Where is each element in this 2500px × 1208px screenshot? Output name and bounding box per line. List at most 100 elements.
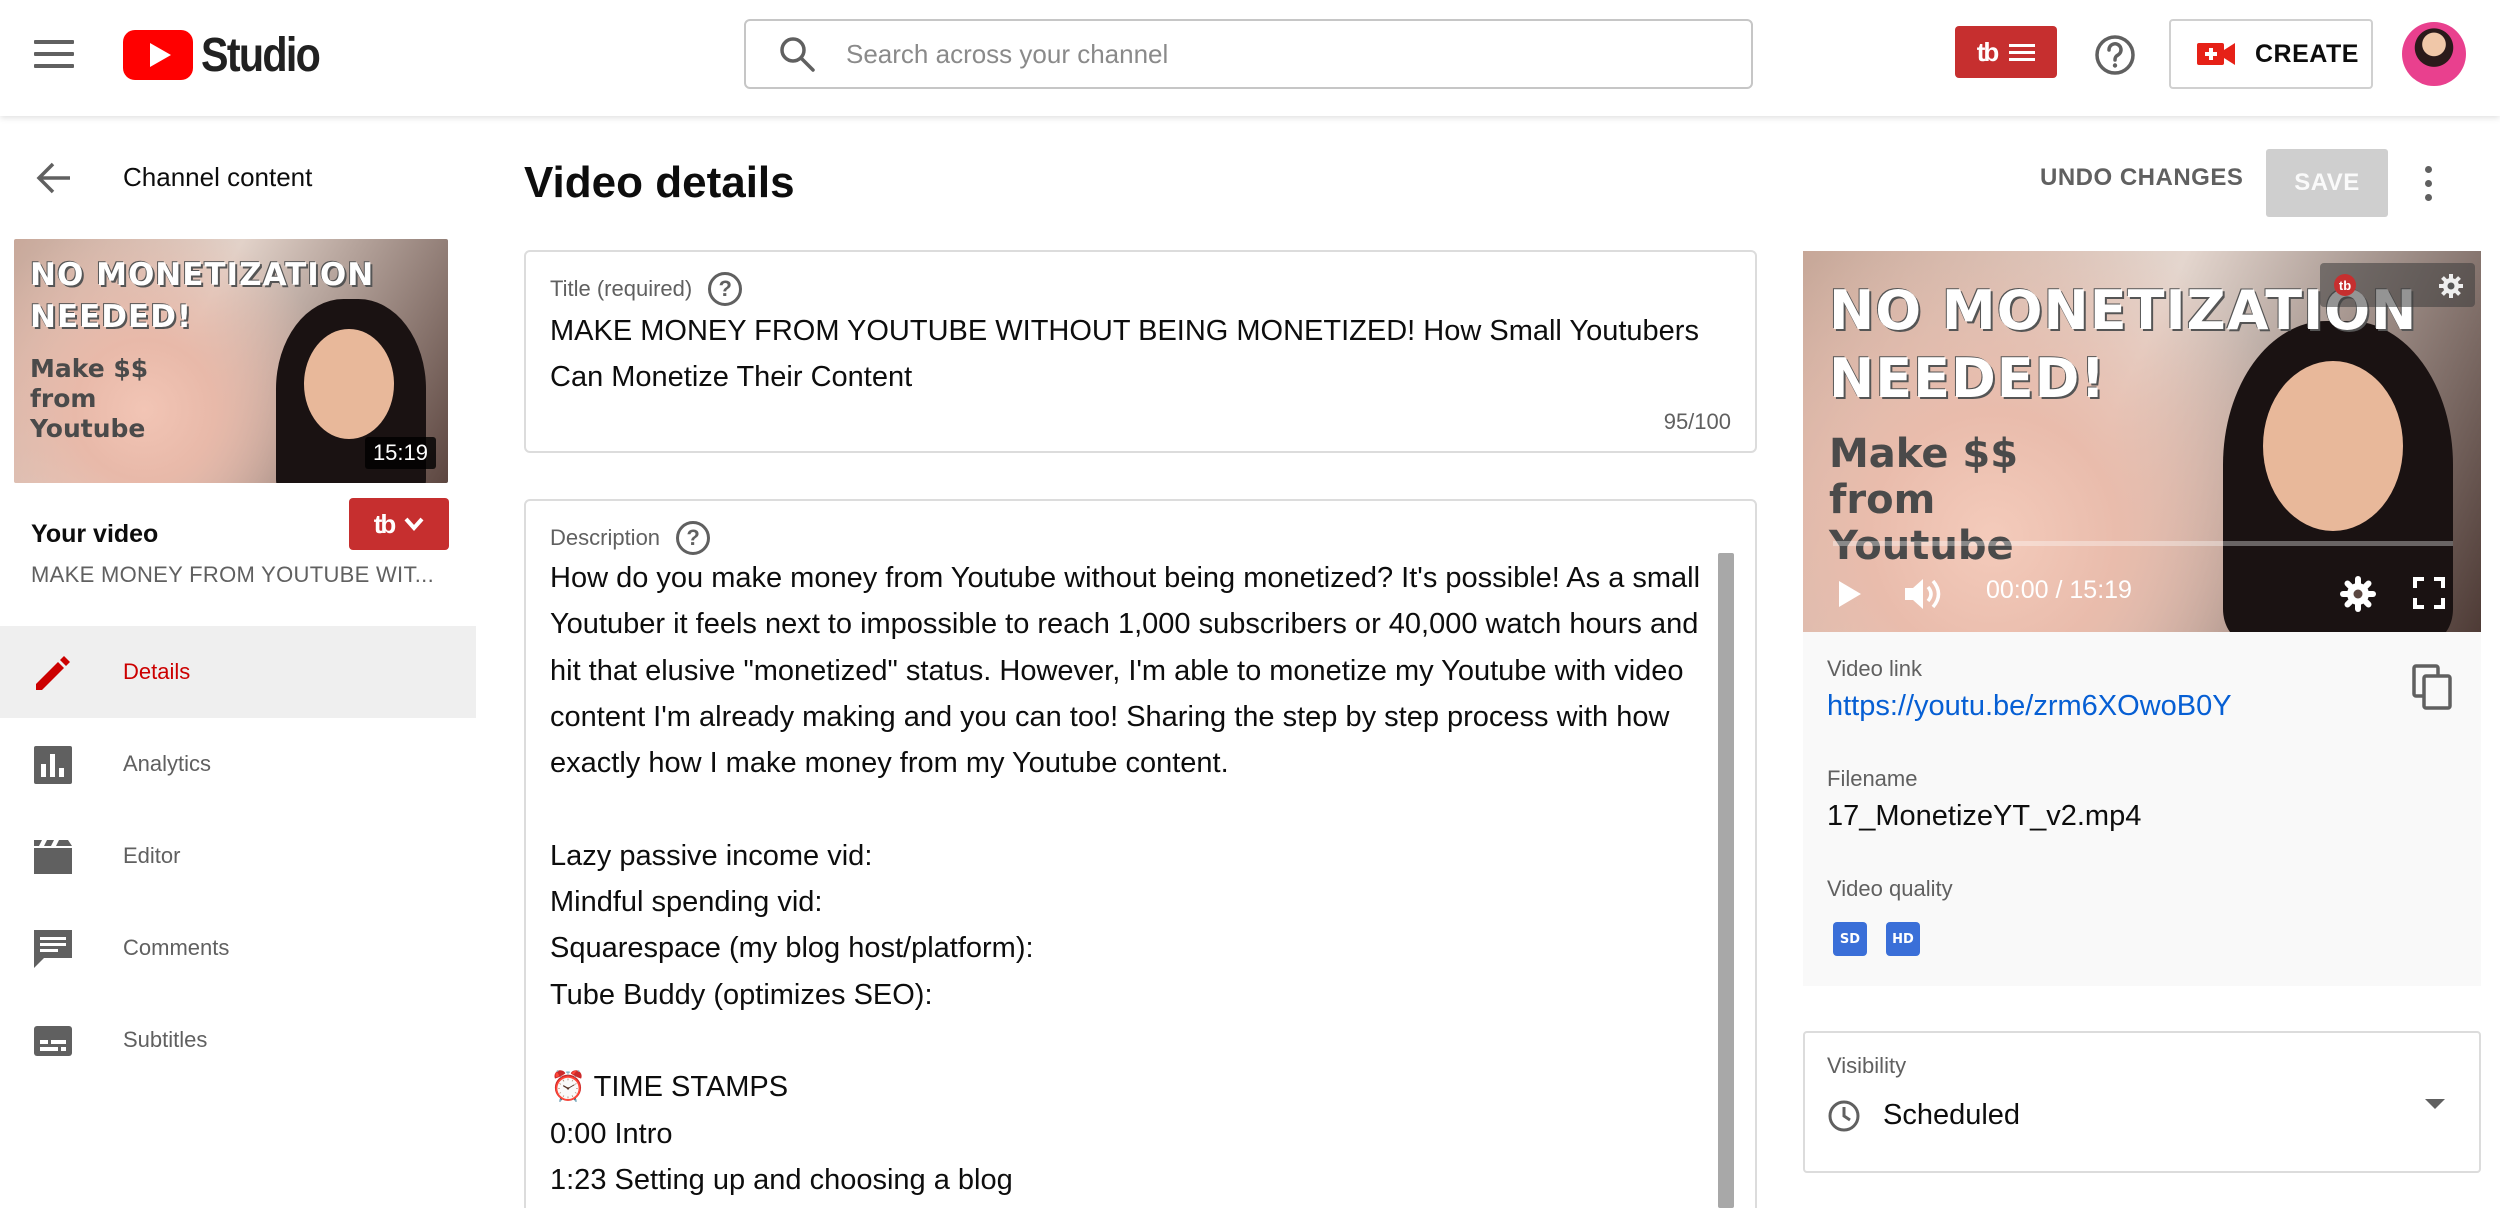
video-link-label: Video link (1827, 656, 1922, 681)
back-arrow-icon[interactable] (34, 158, 74, 198)
account-avatar[interactable] (2402, 22, 2466, 86)
sidebar-item-label: Editor (123, 843, 181, 868)
title-field-label: Title (required) ? (550, 272, 743, 306)
preview-headline-2: NEEDED! (1829, 347, 2107, 410)
visibility-label: Visibility (1827, 1053, 1907, 1078)
duration-badge: 15:19 (364, 437, 436, 469)
help-icon[interactable]: ? (708, 272, 743, 306)
playback-progress-bar[interactable] (1833, 541, 2453, 546)
clock-icon (1828, 1100, 1860, 1132)
description-textarea[interactable]: How do you make money from Youtube witho… (550, 555, 1710, 1203)
video-quality-label: Video quality (1827, 876, 1953, 901)
copy-icon[interactable] (2412, 664, 2452, 710)
description-scrollbar[interactable] (1718, 553, 1734, 1208)
more-options-icon[interactable] (2418, 162, 2438, 206)
fullscreen-icon[interactable] (2413, 577, 2445, 609)
sidebar-nav: Details Analytics Editor Comments Subtit… (0, 626, 476, 1086)
sidebar-item-comments[interactable]: Comments (0, 902, 476, 994)
clapperboard-icon (34, 840, 72, 874)
preview-face (2263, 361, 2403, 531)
title-char-counter: 95/100 (1663, 409, 1731, 434)
video-link[interactable]: https://youtu.be/zrm6XOwoB0Y (1827, 690, 2232, 723)
thumbnail-sub-3: Youtube (30, 414, 146, 443)
description-line: 1:23 Setting up and choosing a blog (550, 1163, 1013, 1196)
preview-sub-3: Youtube (1829, 523, 2014, 569)
settings-gear-icon[interactable] (2340, 576, 2376, 612)
gear-icon[interactable] (2438, 273, 2464, 299)
tubebuddy-icon[interactable]: tb (2332, 273, 2358, 297)
description-line: Mindful spending vid: (550, 886, 823, 919)
youtube-play-icon (123, 30, 193, 80)
description-line: Tube Buddy (optimizes SEO): (550, 978, 933, 1011)
video-camera-add-icon (2197, 43, 2235, 65)
preview-sub-1: Make $$ (1829, 431, 2019, 477)
search-bar[interactable] (744, 19, 1753, 89)
sidebar-item-analytics[interactable]: Analytics (0, 718, 476, 810)
channel-content-link[interactable]: Channel content (123, 162, 312, 193)
thumbnail-headline-1: NO MONETIZATION (30, 257, 375, 293)
player-overlay-toolbar: tb (2320, 263, 2475, 307)
title-label-text: Title (required) (550, 276, 693, 301)
video-preview-player[interactable]: NO MONETIZATION NEEDED! Make $$ from You… (1803, 251, 2481, 632)
description-line: ⏰ TIME STAMPS (550, 1071, 789, 1104)
sd-quality-badge: SD (1833, 922, 1867, 956)
visibility-dropdown[interactable]: Visibility Scheduled (1803, 1031, 2481, 1173)
description-label-text: Description (550, 525, 661, 550)
create-label: CREATE (2255, 39, 2359, 68)
thumbnail-face (304, 329, 394, 439)
tubebuddy-video-menu-button[interactable]: tb (349, 498, 449, 550)
sidebar-item-label: Subtitles (123, 1027, 208, 1052)
your-video-label: Your video (31, 520, 159, 548)
description-line: 0:00 Intro (550, 1117, 673, 1150)
page-title: Video details (524, 158, 795, 207)
thumbnail-sub-2: from (30, 384, 97, 413)
create-button[interactable]: CREATE (2169, 19, 2373, 89)
save-button[interactable]: SAVE (2266, 149, 2388, 217)
logo-text: Studio (201, 28, 321, 82)
volume-icon[interactable] (1903, 575, 1943, 613)
preview-sub-2: from (1829, 477, 1936, 523)
visibility-value: Scheduled (1883, 1099, 2021, 1131)
filename-label: Filename (1827, 766, 1918, 791)
title-input[interactable]: MAKE MONEY FROM YOUTUBE WITHOUT BEING MO… (550, 308, 1730, 400)
description-line: Lazy passive income vid: (550, 839, 873, 872)
tubebuddy-menu-button[interactable]: tb (1955, 26, 2057, 78)
filename-value: 17_MonetizeYT_v2.mp4 (1827, 800, 2142, 832)
search-icon[interactable] (778, 35, 816, 73)
sidebar-item-label: Comments (123, 935, 230, 960)
video-thumbnail[interactable]: NO MONETIZATION NEEDED! Make $$ from You… (14, 239, 448, 483)
svg-text:tb: tb (2339, 278, 2351, 293)
play-icon[interactable] (1837, 579, 1863, 609)
description-line: How do you make money from Youtube witho… (550, 562, 1708, 780)
top-bar: Studio tb CREATE (0, 0, 2500, 116)
tubebuddy-logo: tb (1976, 36, 2000, 67)
description-line (550, 786, 1710, 832)
comment-icon (34, 930, 72, 968)
title-field[interactable]: Title (required) ? MAKE MONEY FROM YOUTU… (524, 250, 1757, 453)
tubebuddy-logo: tb (373, 508, 397, 539)
subtitles-icon (34, 1026, 72, 1056)
playback-time: 00:00 / 15:19 (1986, 576, 2132, 604)
description-line: Squarespace (my blog host/platform): (550, 932, 1034, 965)
list-icon (2009, 40, 2036, 65)
description-field-label: Description ? (550, 521, 711, 555)
sidebar-item-details[interactable]: Details (0, 626, 476, 718)
help-icon[interactable]: ? (676, 521, 711, 555)
pencil-icon (36, 656, 70, 690)
video-title-short: MAKE MONEY FROM YOUTUBE WIT... (31, 562, 435, 587)
search-input[interactable] (846, 38, 1666, 70)
undo-changes-button[interactable]: UNDO CHANGES (2040, 164, 2243, 192)
help-icon[interactable] (2094, 34, 2136, 76)
chevron-down-icon (404, 517, 424, 531)
sidebar-item-subtitles[interactable]: Subtitles (0, 994, 476, 1086)
dropdown-arrow-icon[interactable] (2425, 1099, 2445, 1109)
menu-icon[interactable] (34, 40, 74, 72)
sidebar-item-editor[interactable]: Editor (0, 810, 476, 902)
studio-logo[interactable]: Studio (123, 28, 338, 82)
video-info-card: Video link https://youtu.be/zrm6XOwoB0Y … (1803, 632, 2481, 986)
sidebar: Channel content NO MONETIZATION NEEDED! … (0, 116, 476, 1208)
description-field[interactable]: Description ? How do you make money from… (524, 499, 1757, 1208)
hd-quality-badge: HD (1886, 922, 1920, 956)
sidebar-item-label: Analytics (123, 751, 212, 776)
description-line (550, 1018, 1710, 1064)
